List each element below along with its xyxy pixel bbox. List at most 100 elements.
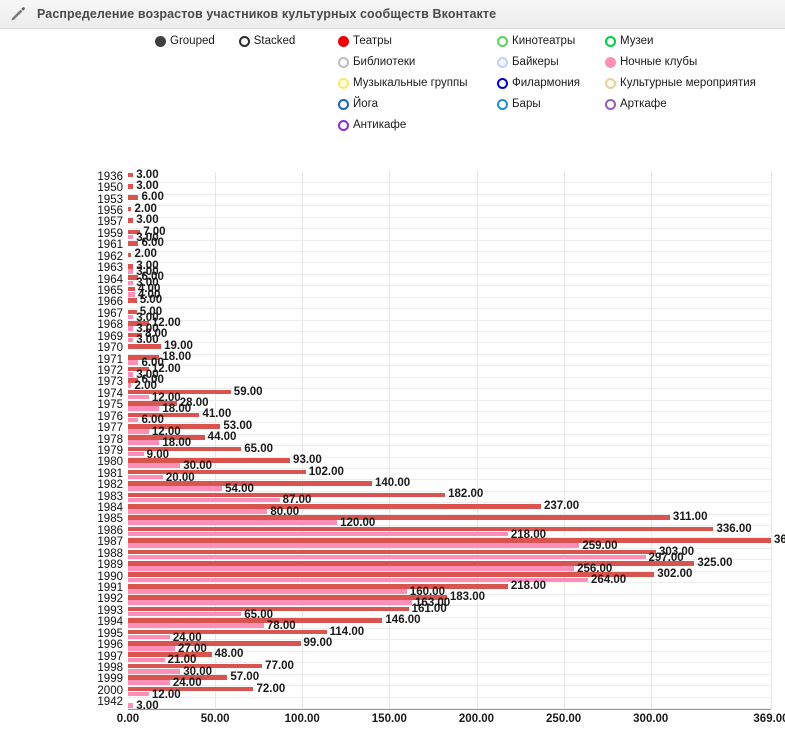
bar-ночные-клубы[interactable] — [128, 520, 337, 525]
legend-item-muzykalnye-gruppy[interactable]: Музыкальные группы — [338, 73, 468, 94]
legend-item-artkafe[interactable]: Арткафе — [605, 94, 756, 115]
bar-театры[interactable] — [128, 253, 131, 258]
bar-value-label: 182.00 — [448, 489, 483, 501]
bar-ночные-клубы[interactable] — [128, 360, 138, 365]
grouped-radio-icon[interactable] — [155, 36, 166, 47]
bar-ночные-клубы[interactable] — [128, 623, 264, 628]
bar-ночные-клубы[interactable] — [128, 635, 170, 640]
bar-ночные-клубы[interactable] — [128, 612, 241, 617]
legend-swatch-baykery[interactable] — [497, 57, 508, 68]
bar-ночные-клубы[interactable] — [128, 486, 222, 491]
bar-театры[interactable] — [128, 241, 138, 246]
bar-театры[interactable] — [128, 264, 133, 269]
bar-театры[interactable] — [128, 470, 306, 475]
legend-swatch-muzei[interactable] — [605, 36, 616, 47]
mode-option-stacked[interactable]: Stacked — [239, 31, 296, 52]
bar-ночные-клубы[interactable] — [128, 600, 412, 605]
bar-ночные-клубы[interactable] — [128, 372, 133, 377]
legend-swatch-biblioteki[interactable] — [338, 57, 349, 68]
bar-театры[interactable] — [128, 618, 382, 623]
bar-ночные-клубы[interactable] — [128, 646, 175, 651]
legend-item-teatry[interactable]: Театры — [338, 31, 468, 52]
legend-swatch-bary[interactable] — [497, 99, 508, 110]
legend-item-bary[interactable]: Бары — [497, 94, 580, 115]
legend-item-yoga[interactable]: Йога — [338, 94, 468, 115]
bar-ночные-клубы[interactable] — [128, 463, 180, 468]
bar-театры[interactable] — [128, 184, 133, 189]
bar-ночные-клубы[interactable] — [128, 292, 135, 297]
mode-toggle-group[interactable]: Grouped Stacked — [155, 31, 295, 52]
bar-театры[interactable] — [128, 630, 327, 635]
legend-swatch-kinoteatry[interactable] — [497, 36, 508, 47]
legend-swatch-yoga[interactable] — [338, 99, 349, 110]
bar-ночные-клубы[interactable] — [128, 475, 163, 480]
bar-ночные-клубы[interactable] — [128, 383, 131, 388]
bar-ночные-клубы[interactable] — [128, 269, 133, 274]
bar-ночные-клубы[interactable] — [128, 452, 144, 457]
bar-театры[interactable] — [128, 641, 301, 646]
legend-swatch-teatry[interactable] — [338, 36, 349, 47]
bar-ночные-клубы[interactable] — [128, 315, 133, 320]
bar-value-label: 5.00 — [140, 295, 162, 307]
bar-ночные-клубы[interactable] — [128, 429, 149, 434]
legend-item-antikafe[interactable]: Антикафе — [338, 115, 468, 136]
bar-ночные-клубы[interactable] — [128, 281, 133, 286]
bar-театры[interactable] — [128, 687, 253, 692]
legend-item-baykery[interactable]: Байкеры — [497, 52, 580, 73]
legend-swatch-artkafe[interactable] — [605, 99, 616, 110]
bar-ночные-клубы[interactable] — [128, 418, 138, 423]
legend-item-filarmoniya[interactable]: Филармония — [497, 73, 580, 94]
chart-row: 200072.0012.00 — [128, 686, 771, 697]
bar-театры[interactable] — [128, 527, 713, 532]
bar-театры[interactable] — [128, 572, 654, 577]
stacked-radio-icon[interactable] — [239, 36, 250, 47]
bar-ночные-клубы[interactable] — [128, 326, 133, 331]
bar-ночные-клубы[interactable] — [128, 532, 508, 537]
bar-ночные-клубы[interactable] — [128, 680, 170, 685]
bar-ночные-клубы[interactable] — [128, 692, 149, 697]
legend-item-kinoteatry[interactable]: Кинотеатры — [497, 31, 580, 52]
bar-театры[interactable] — [128, 447, 241, 452]
bar-ночные-клубы[interactable] — [128, 498, 280, 503]
bar-ночные-клубы[interactable] — [128, 658, 165, 663]
bar-театры[interactable] — [128, 515, 670, 520]
bar-театры[interactable] — [128, 344, 161, 349]
bar-театры[interactable] — [128, 584, 508, 589]
bar-ночные-клубы[interactable] — [128, 669, 180, 674]
bar-театры[interactable] — [128, 173, 133, 178]
bar-ночные-клубы[interactable] — [128, 703, 133, 708]
bar-ночные-клубы[interactable] — [128, 338, 133, 343]
legend-item-nochnye-kluby[interactable]: Ночные клубы — [605, 52, 756, 73]
legend-swatch-antikafe[interactable] — [338, 120, 349, 131]
bar-ночные-клубы[interactable] — [128, 395, 149, 400]
legend-swatch-kulturnye-meropriyatiya[interactable] — [605, 78, 616, 89]
bar-ночные-клубы[interactable] — [128, 543, 579, 548]
bar-театры[interactable] — [128, 298, 137, 303]
legend-item-kulturnye-meropriyatiya[interactable]: Культурные мероприятия — [605, 73, 756, 94]
bar-театры[interactable] — [128, 538, 771, 543]
bar-театры[interactable] — [128, 287, 135, 292]
chart-row: 197844.0018.00 — [128, 435, 771, 446]
legend-item-biblioteki[interactable]: Библиотеки — [338, 52, 468, 73]
bar-театры[interactable] — [128, 218, 133, 223]
bar-ночные-клубы[interactable] — [128, 406, 159, 411]
bar-ночные-клубы[interactable] — [128, 555, 646, 560]
bar-ночные-клубы[interactable] — [128, 509, 267, 514]
pencil-icon[interactable] — [9, 5, 27, 23]
bar-ночные-клубы[interactable] — [128, 566, 574, 571]
bar-value-label: 72.00 — [256, 684, 285, 696]
bar-театры[interactable] — [128, 504, 541, 509]
bar-ночные-клубы[interactable] — [128, 235, 133, 240]
legend-swatch-muzykalnye-gruppy[interactable] — [338, 78, 349, 89]
legend-swatch-filarmoniya[interactable] — [497, 78, 508, 89]
bar-ночные-клубы[interactable] — [128, 440, 159, 445]
bar-театры[interactable] — [128, 550, 656, 555]
legend-swatch-nochnye-kluby[interactable] — [605, 57, 616, 68]
plot-area[interactable]: 19363.0019503.0019536.0019562.0019573.00… — [128, 172, 771, 709]
bar-ночные-клубы[interactable] — [128, 589, 407, 594]
bar-театры[interactable] — [128, 195, 138, 200]
bar-театры[interactable] — [128, 207, 131, 212]
bar-театры[interactable] — [128, 595, 447, 600]
mode-option-grouped[interactable]: Grouped — [155, 31, 215, 52]
legend-item-muzei[interactable]: Музеи — [605, 31, 756, 52]
